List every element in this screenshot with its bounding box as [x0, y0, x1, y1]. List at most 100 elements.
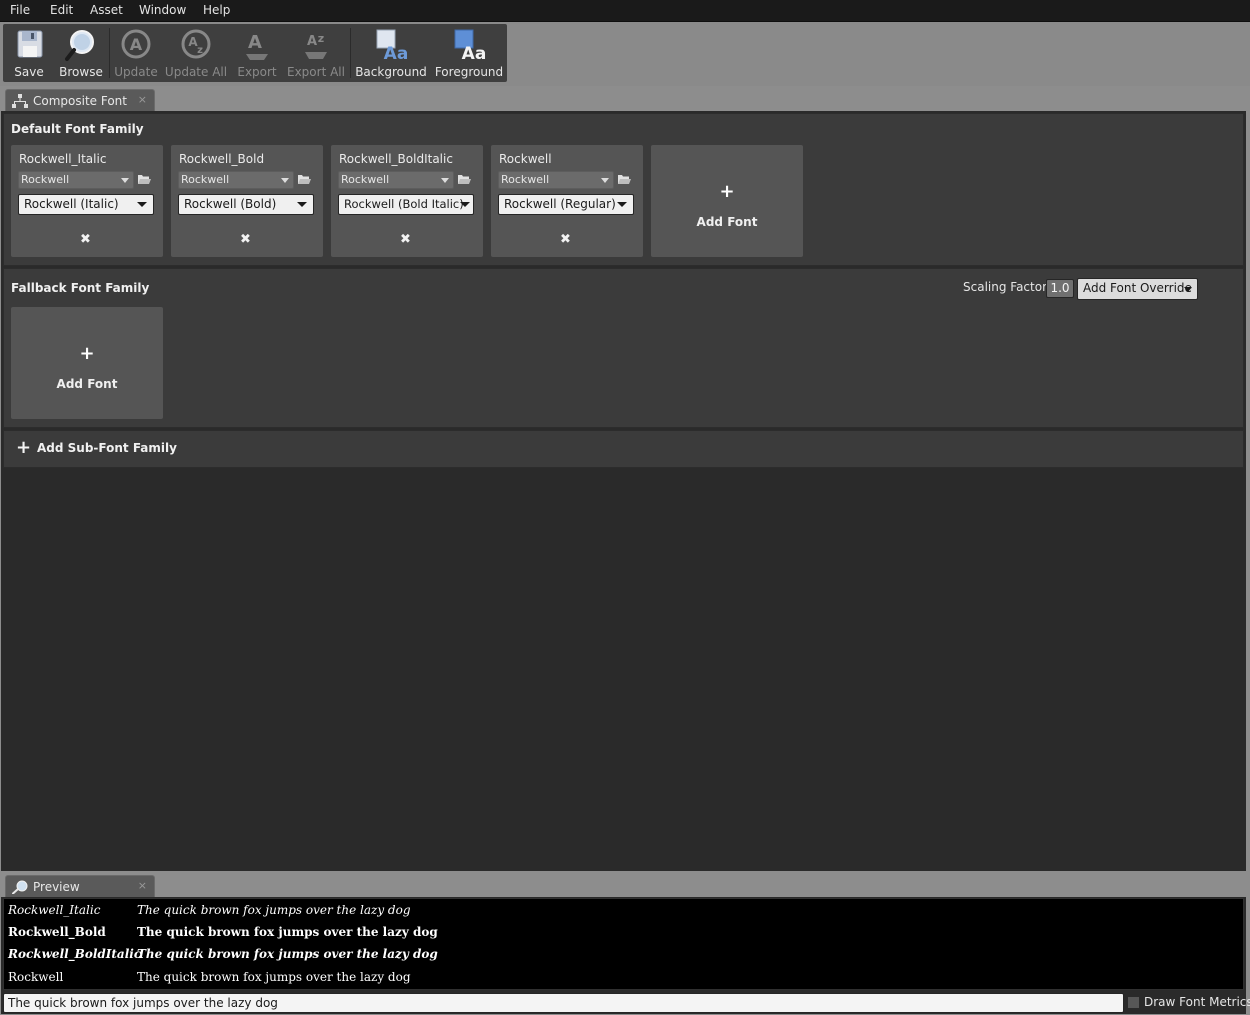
preview-sample-text: The quick brown fox jumps over the lazy … [137, 903, 411, 917]
font-entry-name: Rockwell_BoldItalic [339, 152, 453, 166]
update-all-button[interactable]: A z Update All [163, 24, 229, 82]
update-button[interactable]: A Update [111, 24, 161, 82]
chevron-down-icon [121, 178, 129, 183]
svg-text:A: A [130, 35, 143, 54]
menu-file[interactable]: File [10, 3, 30, 17]
toolbar-separator [350, 28, 351, 78]
font-face-value: Rockwell (Bold Italic) [344, 197, 464, 211]
tab-preview[interactable]: Preview × [5, 875, 155, 898]
font-face-dropdown[interactable]: Rockwell (Bold Italic) [338, 194, 474, 215]
update-all-label: Update All [164, 65, 228, 79]
preview-text-input[interactable] [4, 994, 1122, 1012]
toolbar-separator [109, 28, 110, 78]
add-font-button[interactable]: + Add Font [651, 145, 803, 257]
remove-font-icon[interactable]: ✖ [400, 232, 411, 247]
tab-composite-font-label: Composite Font [33, 94, 127, 108]
font-entry-name: Rockwell_Bold [179, 152, 265, 166]
tab-close-icon[interactable]: × [138, 879, 147, 892]
browse-folder-icon[interactable] [457, 172, 471, 186]
plus-icon: + [79, 343, 95, 364]
fallback-font-family-title: Fallback Font Family [11, 281, 150, 295]
save-icon [17, 30, 43, 58]
preview-text-field[interactable] [3, 993, 1124, 1013]
export-all-button[interactable]: A z Export All [285, 24, 347, 82]
preview-font-name: Rockwell [8, 970, 64, 984]
svg-text:Aa: Aa [462, 44, 486, 62]
font-asset-value: Rockwell [501, 173, 550, 186]
scaling-factor-input[interactable]: 1.0 [1046, 279, 1074, 298]
font-asset-picker[interactable]: Rockwell [338, 171, 454, 189]
font-asset-value: Rockwell [341, 173, 390, 186]
default-font-family-section: Default Font Family Rockwell_Italic Rock… [3, 113, 1244, 266]
font-entry-card: Rockwell_Italic Rockwell Rockwell (Itali… [11, 145, 163, 257]
chevron-down-icon [1184, 287, 1192, 292]
svg-text:A: A [248, 32, 262, 53]
default-font-family-title: Default Font Family [11, 122, 144, 136]
menu-help[interactable]: Help [203, 3, 230, 17]
font-entry-name: Rockwell_Italic [19, 152, 107, 166]
preview-magnifier-icon [12, 880, 28, 894]
font-asset-value: Rockwell [21, 173, 70, 186]
remove-font-icon[interactable]: ✖ [240, 232, 251, 247]
font-entry-card: Rockwell Rockwell Rockwell (Regular) ✖ [491, 145, 643, 257]
remove-font-icon[interactable]: ✖ [560, 232, 571, 247]
font-asset-picker[interactable]: Rockwell [18, 171, 134, 189]
add-sub-font-family-button[interactable]: + Add Sub-Font Family [3, 430, 1244, 468]
browse-folder-icon[interactable] [617, 172, 631, 186]
font-face-value: Rockwell (Regular) [504, 197, 616, 211]
menu-window[interactable]: Window [139, 3, 186, 17]
svg-text:z: z [318, 32, 324, 45]
tab-close-icon[interactable]: × [138, 93, 147, 106]
foreground-color-icon: Aa [454, 29, 486, 62]
font-asset-picker[interactable]: Rockwell [498, 171, 614, 189]
chevron-down-icon [460, 202, 470, 207]
remove-font-icon[interactable]: ✖ [80, 232, 91, 247]
tab-composite-font[interactable]: Composite Font × [5, 89, 155, 112]
export-all-label: Export All [287, 65, 345, 79]
chevron-down-icon [617, 202, 627, 207]
font-entry-card: Rockwell_Bold Rockwell Rockwell (Bold) ✖ [171, 145, 323, 257]
draw-font-metrics-label: Draw Font Metrics [1144, 995, 1250, 1009]
draw-font-metrics-checkbox[interactable] [1127, 996, 1140, 1009]
add-font-override-dropdown[interactable]: Add Font Override [1077, 278, 1198, 300]
foreground-label: Foreground [434, 65, 504, 79]
chevron-down-icon [137, 202, 147, 207]
browse-magnifier-icon [65, 30, 94, 61]
font-face-dropdown[interactable]: Rockwell (Bold) [178, 194, 314, 215]
export-button[interactable]: A Export [231, 24, 283, 82]
menu-edit[interactable]: Edit [50, 3, 73, 17]
svg-text:A: A [307, 34, 317, 49]
chevron-down-icon [281, 178, 289, 183]
browse-button[interactable]: Browse [55, 24, 107, 82]
save-label: Save [14, 65, 44, 79]
chevron-down-icon [297, 202, 307, 207]
font-face-value: Rockwell (Bold) [184, 197, 277, 211]
font-asset-picker[interactable]: Rockwell [178, 171, 294, 189]
export-all-icon: A z [305, 32, 327, 59]
background-button[interactable]: Aa Background [353, 24, 429, 82]
preview-sample-text: The quick brown fox jumps over the lazy … [137, 970, 411, 984]
save-button[interactable]: Save [3, 24, 55, 82]
browse-folder-icon[interactable] [137, 172, 151, 186]
font-face-dropdown[interactable]: Rockwell (Regular) [498, 194, 634, 215]
menu-asset[interactable]: Asset [90, 3, 123, 17]
toolbar: Save Browse A Update A z Update All A Ex… [3, 24, 507, 82]
export-label: Export [237, 65, 277, 79]
export-icon: A [246, 32, 268, 60]
font-face-dropdown[interactable]: Rockwell (Italic) [18, 194, 154, 215]
add-fallback-font-button[interactable]: + Add Font [11, 307, 163, 419]
preview-font-name: Rockwell_Bold [8, 925, 106, 939]
background-color-icon: Aa [376, 29, 408, 62]
update-icon: A [121, 29, 151, 59]
font-entry-name: Rockwell [499, 152, 552, 166]
font-face-value: Rockwell (Italic) [24, 197, 119, 211]
composite-font-tree-icon [12, 94, 28, 108]
chevron-down-icon [601, 178, 609, 183]
plus-icon: + [16, 437, 32, 458]
foreground-button[interactable]: Aa Foreground [431, 24, 507, 82]
font-preview-area: Rockwell_Italic The quick brown fox jump… [3, 898, 1244, 990]
chevron-down-icon [441, 178, 449, 183]
browse-folder-icon[interactable] [297, 172, 311, 186]
tab-preview-label: Preview [33, 880, 80, 894]
add-font-label: Add Font [696, 215, 758, 229]
